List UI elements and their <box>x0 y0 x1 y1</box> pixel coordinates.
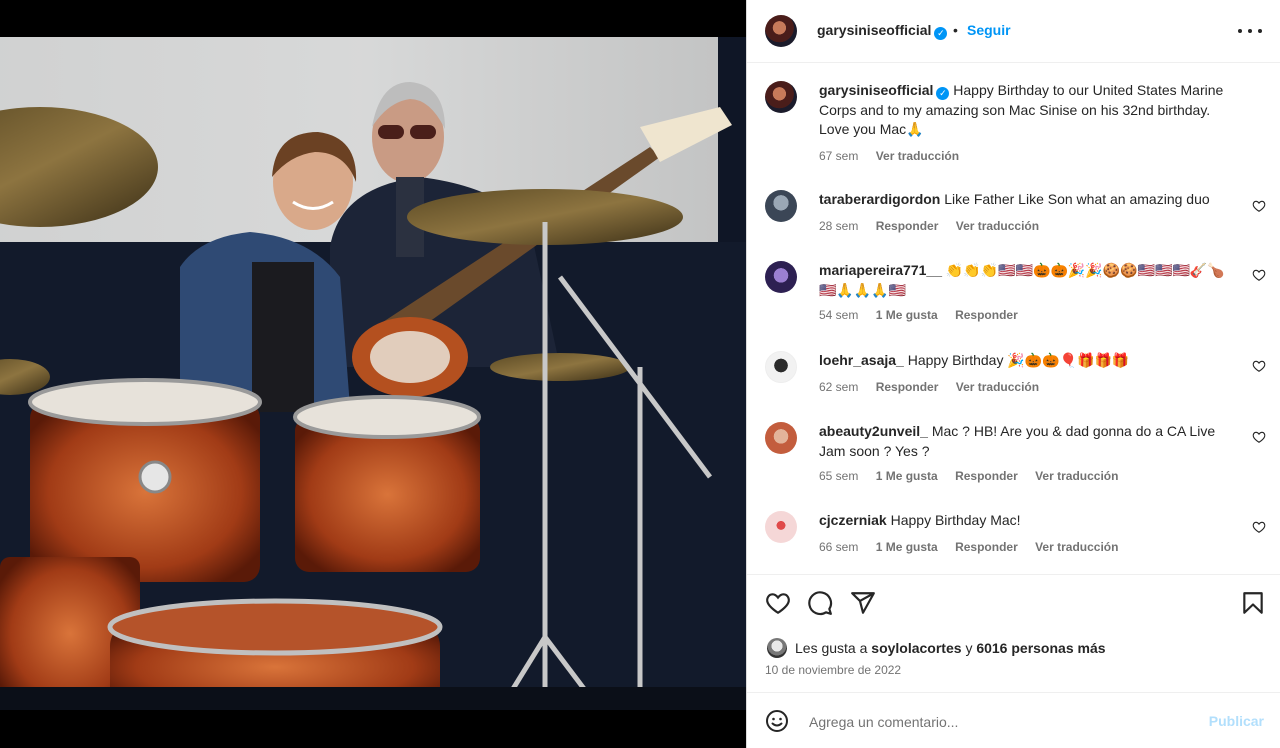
caption-username[interactable]: garysiniseofficial <box>819 82 933 98</box>
post-actions: Les gusta a soylolacortes y 6016 persona… <box>747 574 1280 692</box>
likes-summary: Les gusta a soylolacortes y 6016 persona… <box>767 638 1106 658</box>
heart-icon[interactable] <box>1252 268 1266 282</box>
commenter-avatar[interactable] <box>765 261 797 293</box>
comment-username[interactable]: loehr_asaja_ <box>819 352 904 368</box>
commenter-avatar[interactable] <box>765 351 797 383</box>
caption-avatar[interactable] <box>765 81 797 113</box>
comment-body: Happy Birthday 🎉🎃🎃🎈🎁🎁🎁 <box>907 352 1130 368</box>
heart-icon[interactable] <box>1252 359 1266 373</box>
post-sidebar: garysiniseofficial ✓ • Seguir garysiniseo… <box>746 0 1280 748</box>
comment-meta: 66 sem 1 Me gusta Responder Ver traducci… <box>819 540 1132 554</box>
comment-meta: 54 sem 1 Me gusta Responder <box>819 308 1032 322</box>
translate-link[interactable]: Ver traducción <box>956 380 1039 394</box>
heart-icon[interactable] <box>1252 199 1266 213</box>
more-icon[interactable] <box>1238 21 1262 41</box>
commenter-avatar[interactable] <box>765 511 797 543</box>
translate-link[interactable]: Ver traducción <box>956 219 1039 233</box>
comment-meta: 28 sem Responder Ver traducción <box>819 219 1053 233</box>
comment-time[interactable]: 28 sem <box>819 219 858 233</box>
comment-time[interactable]: 62 sem <box>819 380 858 394</box>
comment-username[interactable]: abeauty2unveil_ <box>819 423 928 439</box>
comment-time[interactable]: 66 sem <box>819 540 858 554</box>
comment-meta: 62 sem Responder Ver traducción <box>819 380 1053 394</box>
comment-body: Like Father Like Son what an amazing duo <box>944 191 1210 207</box>
comment-composer: Publicar <box>747 692 1280 748</box>
author-username-text[interactable]: garysiniseofficial <box>817 22 931 38</box>
reply-link[interactable]: Responder <box>876 380 939 394</box>
heart-icon[interactable] <box>765 590 791 616</box>
caption-translate-link[interactable]: Ver traducción <box>876 149 959 163</box>
bookmark-icon[interactable] <box>1240 590 1266 616</box>
heart-icon[interactable] <box>1252 520 1266 534</box>
post-photo[interactable] <box>0 37 746 710</box>
comment-icon[interactable] <box>807 590 833 616</box>
comment-username[interactable]: mariapereira771__ <box>819 262 942 278</box>
comments-list[interactable]: garysiniseofficial ✓ Happy Birthday to ou… <box>747 63 1280 574</box>
likes-count-link[interactable]: 6016 personas más <box>976 640 1105 656</box>
share-icon[interactable] <box>850 590 876 616</box>
author-username[interactable]: garysiniseofficial ✓ <box>817 22 948 40</box>
emoji-icon[interactable] <box>765 709 789 733</box>
post-media <box>0 0 746 748</box>
liker-avatar[interactable] <box>767 638 787 658</box>
comment-text: taraberardigordon Like Father Like Son w… <box>819 190 1234 210</box>
translate-link[interactable]: Ver traducción <box>1035 469 1118 483</box>
comment-time[interactable]: 54 sem <box>819 308 858 322</box>
liker-username[interactable]: soylolacortes <box>871 640 961 656</box>
comment-meta: 65 sem 1 Me gusta Responder Ver traducci… <box>819 469 1132 483</box>
comment-username[interactable]: cjczerniak <box>819 512 887 528</box>
comment-text: loehr_asaja_ Happy Birthday 🎉🎃🎃🎈🎁🎁🎁 <box>819 351 1234 371</box>
author-avatar[interactable] <box>765 15 797 47</box>
comment-text: abeauty2unveil_ Mac ? HB! Are you & dad … <box>819 422 1234 461</box>
comment-body: Happy Birthday Mac! <box>890 512 1021 528</box>
comment-text: mariapereira771__ 👏👏👏🇺🇸🇺🇸🎃🎃🎉🎉🍪🍪🇺🇸🇺🇸🇺🇸🎸🍗🇺… <box>819 261 1234 300</box>
comment-likes[interactable]: 1 Me gusta <box>876 469 938 483</box>
caption-time[interactable]: 67 sem <box>819 149 858 163</box>
commenter-avatar[interactable] <box>765 190 797 222</box>
reply-link[interactable]: Responder <box>876 219 939 233</box>
comment-likes[interactable]: 1 Me gusta <box>876 308 938 322</box>
heart-icon[interactable] <box>1252 430 1266 444</box>
separator-dot: • <box>953 22 958 38</box>
follow-button[interactable]: Seguir <box>967 22 1011 38</box>
post-date[interactable]: 10 de noviembre de 2022 <box>765 663 901 677</box>
likes-prefix: Les gusta a <box>795 640 868 656</box>
likes-middle: y <box>965 640 973 656</box>
translate-link[interactable]: Ver traducción <box>1035 540 1118 554</box>
reply-link[interactable]: Responder <box>955 540 1018 554</box>
caption-text: garysiniseofficial ✓ Happy Birthday to ou… <box>819 81 1234 140</box>
comment-input[interactable] <box>807 707 1191 737</box>
comment-time[interactable]: 65 sem <box>819 469 858 483</box>
comment-likes[interactable]: 1 Me gusta <box>876 540 938 554</box>
verified-icon: ✓ <box>934 27 948 40</box>
comment-username[interactable]: taraberardigordon <box>819 191 940 207</box>
publish-button[interactable]: Publicar <box>1209 713 1264 729</box>
reply-link[interactable]: Responder <box>955 469 1018 483</box>
post-header: garysiniseofficial ✓ • Seguir <box>747 0 1280 63</box>
commenter-avatar[interactable] <box>765 422 797 454</box>
verified-icon: ✓ <box>936 87 950 100</box>
comment-text: cjczerniak Happy Birthday Mac! <box>819 511 1234 531</box>
reply-link[interactable]: Responder <box>955 308 1018 322</box>
caption-meta: 67 sem Ver traducción <box>819 149 973 163</box>
